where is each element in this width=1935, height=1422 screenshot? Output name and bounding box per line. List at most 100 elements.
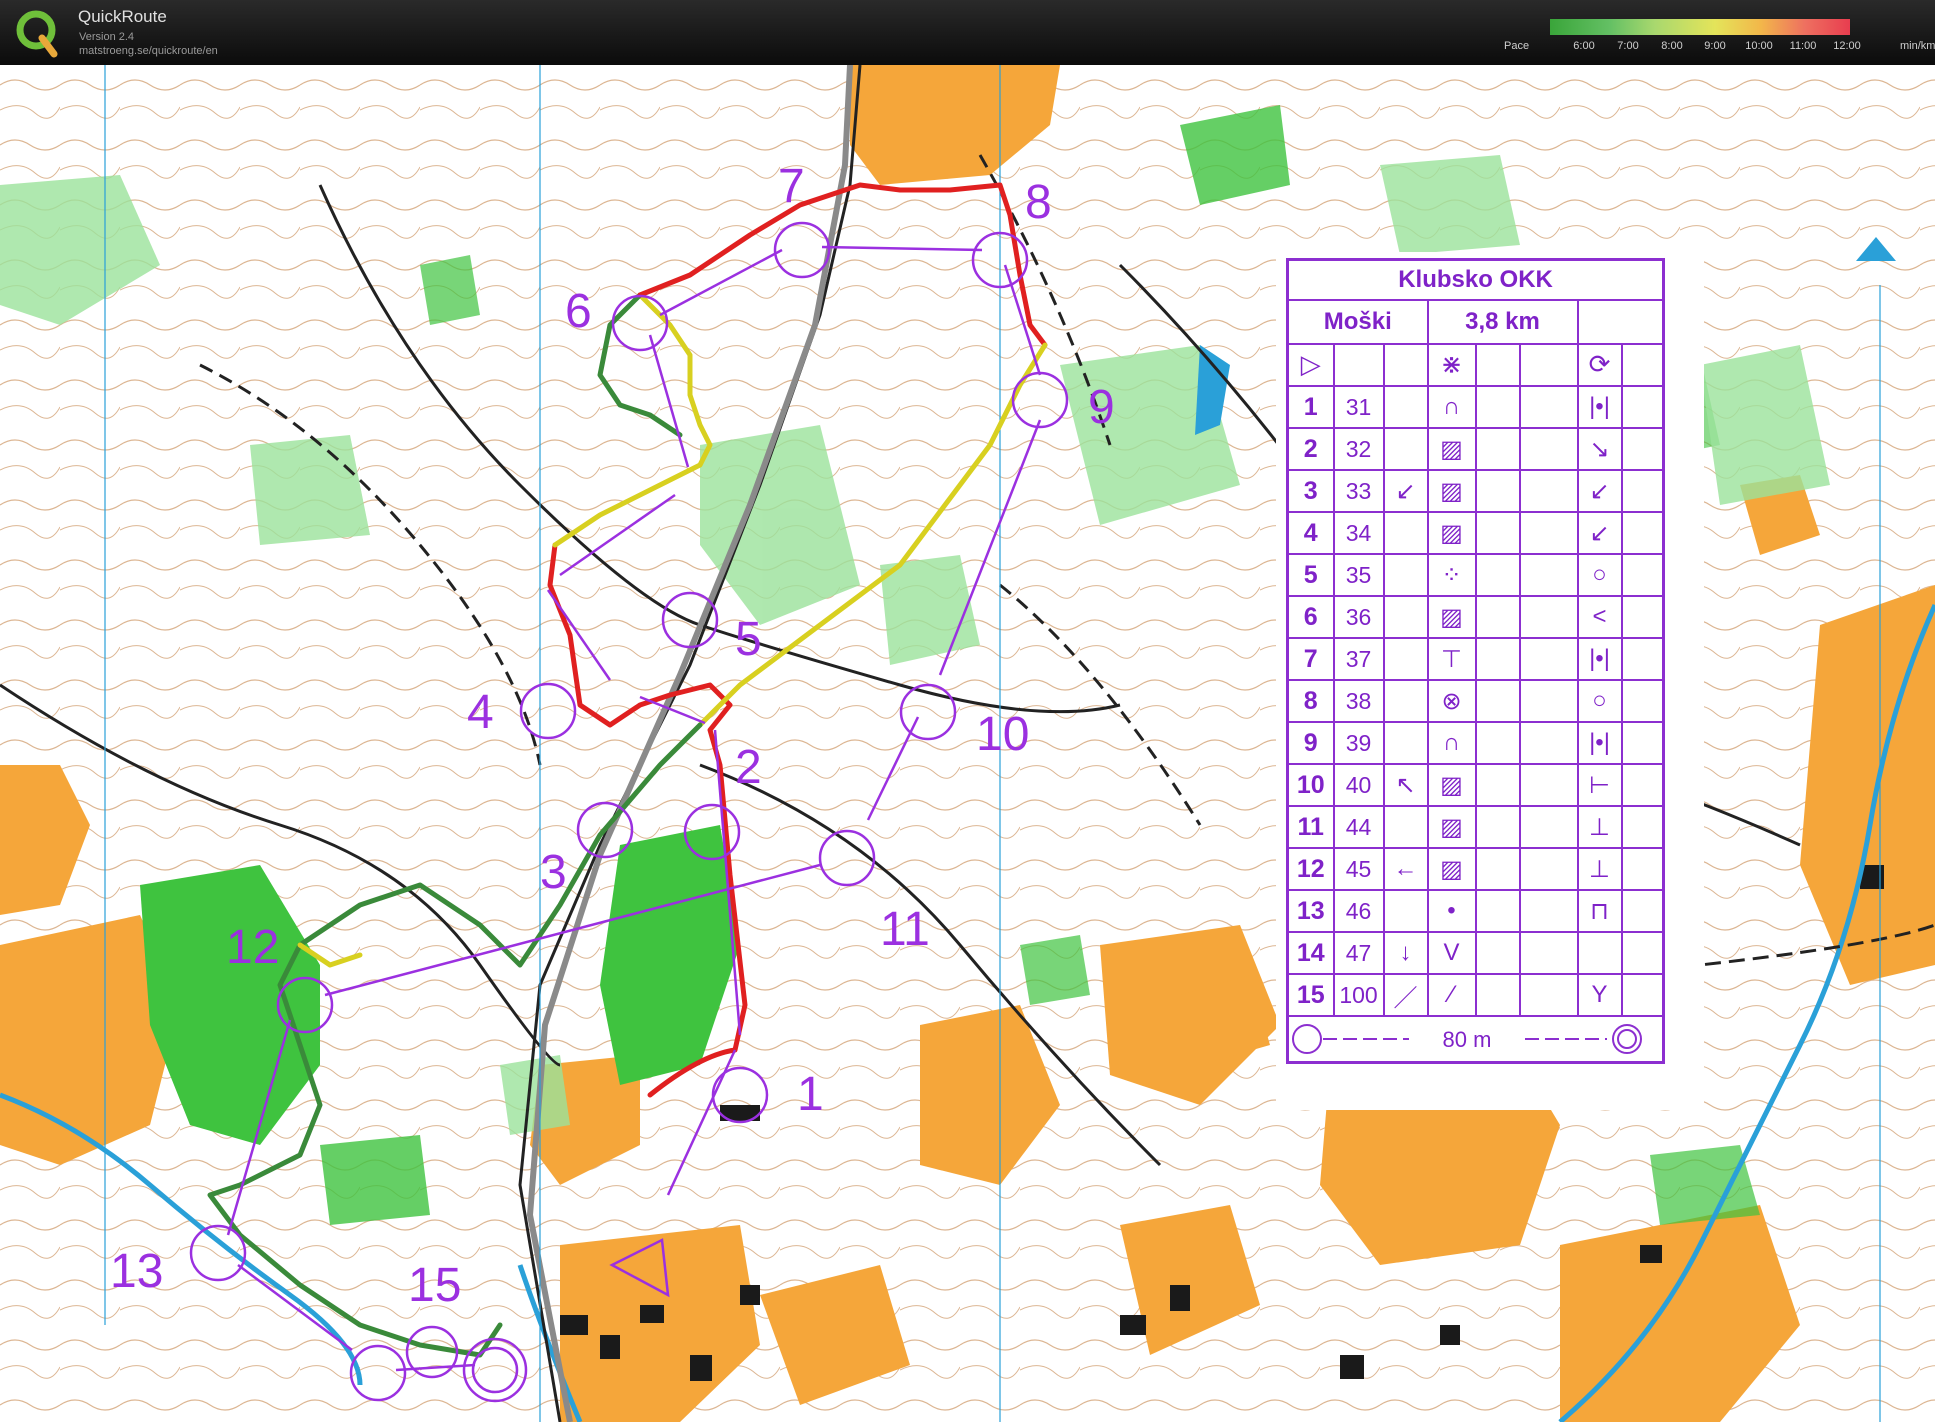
control-number-label: 9 [1088, 381, 1115, 434]
control-number: 3 [1286, 469, 1335, 513]
empty-cell [1518, 385, 1579, 429]
app-url[interactable]: matstroeng.se/quickroute/en [79, 45, 218, 57]
control-description-row: 15 100 ／ ⁄ Y [1286, 973, 1665, 1017]
location-symbol: Y [1576, 973, 1623, 1017]
location-symbol: ↘ [1576, 427, 1623, 471]
empty-cell [1474, 427, 1521, 471]
pace-tick: 9:00 [1704, 40, 1726, 52]
feature-symbol: ▨ [1426, 511, 1477, 555]
control-code: 39 [1332, 721, 1385, 765]
control-number: 2 [1286, 427, 1335, 471]
empty-cell [1620, 763, 1665, 807]
feature-symbol: • [1426, 889, 1477, 933]
feature-symbol: ▨ [1426, 805, 1477, 849]
location-symbol: |•| [1576, 637, 1623, 681]
control-number: 14 [1286, 931, 1335, 975]
pace-unit: min/km [1900, 40, 1935, 52]
direction-symbol [1382, 889, 1429, 933]
control-number-label: 14 [306, 1415, 359, 1422]
control-number-label: 12 [226, 921, 279, 974]
feature-symbol: ∩ [1426, 385, 1477, 429]
pace-color-bar [1550, 19, 1850, 35]
feature-symbol: ⁄ [1426, 973, 1477, 1017]
empty-cell [1518, 763, 1579, 807]
empty-cell [1474, 721, 1521, 765]
control-number: 13 [1286, 889, 1335, 933]
empty-cell [1518, 637, 1579, 681]
control-description-row: 5 35 ⁘ ○ [1286, 553, 1665, 597]
direction-symbol: ↖ [1382, 763, 1429, 807]
control-code: 34 [1332, 511, 1385, 555]
control-code: 35 [1332, 553, 1385, 597]
empty-cell [1518, 553, 1579, 597]
control-code: 100 [1332, 973, 1385, 1017]
control-description-row: 11 44 ▨ ⊥ [1286, 805, 1665, 849]
location-symbol: ⊥ [1576, 847, 1623, 891]
orienteering-map[interactable]: 1 2 3 4 5 6 7 8 9 10 11 12 13 14 15 [0, 65, 1935, 1422]
quickroute-logo-icon [16, 10, 58, 58]
app-header: QuickRoute Version 2.4 matstroeng.se/qui… [0, 0, 1935, 65]
empty-cell [1474, 931, 1521, 975]
location-symbol: ⊓ [1576, 889, 1623, 933]
direction-symbol [1382, 721, 1429, 765]
direction-symbol [1382, 637, 1429, 681]
empty-cell [1518, 931, 1579, 975]
control-description-row: 8 38 ⊗ ○ [1286, 679, 1665, 723]
empty-cell [1474, 553, 1521, 597]
finish-route-icon: 80 m [1292, 1024, 1642, 1054]
pace-legend: Pace 6:00 7:00 8:00 9:00 10:00 11:00 12:… [1500, 14, 1935, 62]
empty-cell [1518, 973, 1579, 1017]
location-symbol: ○ [1576, 553, 1623, 597]
control-number-label: 4 [467, 686, 494, 739]
event-name: Klubsko OKK [1286, 258, 1665, 301]
app-version: Version 2.4 [79, 31, 135, 43]
control-number-label: 15 [408, 1259, 461, 1312]
control-number-label: 11 [880, 903, 930, 956]
feature-symbol: ⁘ [1426, 553, 1477, 597]
empty-cell [1474, 637, 1521, 681]
quickroute-window: QuickRoute Version 2.4 matstroeng.se/qui… [0, 0, 1935, 1422]
empty-cell [1620, 931, 1665, 975]
empty-cell [1474, 889, 1521, 933]
empty-cell [1620, 847, 1665, 891]
feature-symbol: ⊤ [1426, 637, 1477, 681]
feature-symbol: ∩ [1426, 721, 1477, 765]
empty-cell [1620, 469, 1665, 513]
control-number: 11 [1286, 805, 1335, 849]
control-code: 40 [1332, 763, 1385, 807]
control-description-row: 1 31 ∩ |•| [1286, 385, 1665, 429]
direction-symbol [1382, 553, 1429, 597]
pace-tick: 7:00 [1617, 40, 1639, 52]
control-description-sheet: Klubsko OKK Moški 3,8 km ▷ ⋇ ⟳ 1 31 ∩ |•| 2 3… [1276, 252, 1704, 1110]
feature-symbol: ▨ [1426, 427, 1477, 471]
feature-symbol: V [1426, 931, 1477, 975]
pace-tick: 12:00 [1833, 40, 1861, 52]
control-description-row: 6 36 ▨ < [1286, 595, 1665, 639]
empty-cell [1518, 427, 1579, 471]
direction-symbol: ← [1382, 847, 1429, 891]
control-code: 45 [1332, 847, 1385, 891]
direction-symbol [1382, 511, 1429, 555]
control-number-label: 1 [797, 1068, 824, 1121]
empty-cell [1620, 679, 1665, 723]
location-symbol: |•| [1576, 721, 1623, 765]
control-description-row: 7 37 ⊤ |•| [1286, 637, 1665, 681]
control-number: 12 [1286, 847, 1335, 891]
empty-cell [1474, 595, 1521, 639]
app-title: QuickRoute [78, 7, 167, 26]
location-symbol: ○ [1576, 679, 1623, 723]
control-description-row: 2 32 ▨ ↘ [1286, 427, 1665, 471]
empty-cell [1620, 385, 1665, 429]
control-code: 38 [1332, 679, 1385, 723]
location-symbol: ⊥ [1576, 805, 1623, 849]
direction-symbol [1382, 427, 1429, 471]
location-symbol: |•| [1576, 385, 1623, 429]
empty-cell [1620, 805, 1665, 849]
feature-symbol: ▨ [1426, 469, 1477, 513]
control-number-label: 2 [735, 741, 762, 794]
control-number: 9 [1286, 721, 1335, 765]
control-number-label: 6 [565, 285, 592, 338]
control-code: 46 [1332, 889, 1385, 933]
empty-cell [1620, 637, 1665, 681]
direction-symbol [1382, 805, 1429, 849]
